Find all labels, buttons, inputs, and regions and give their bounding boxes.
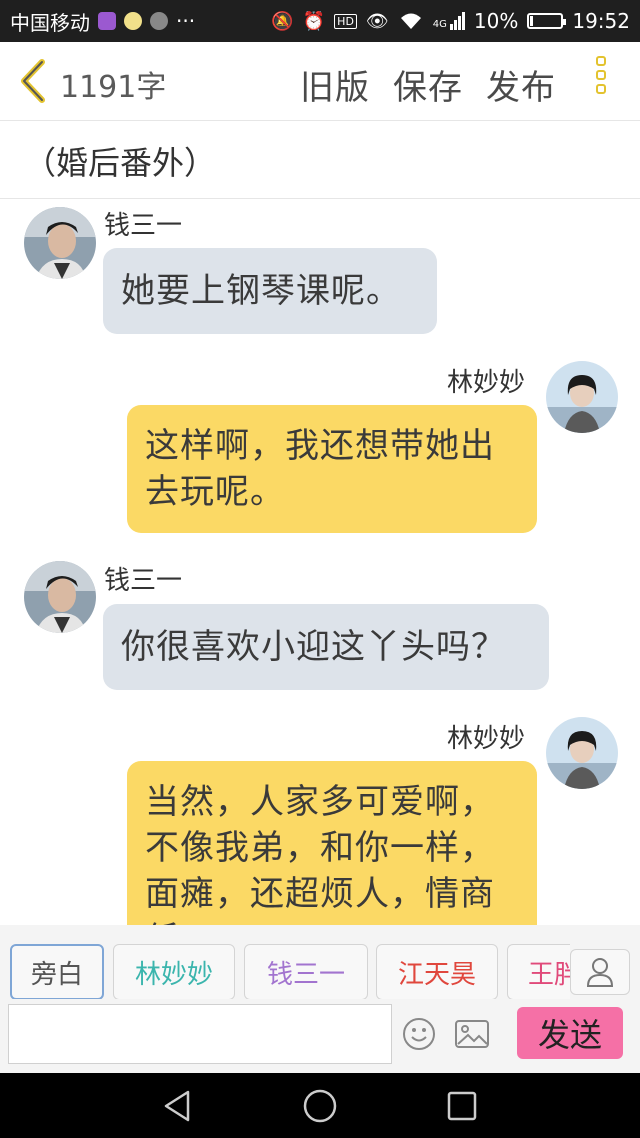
- speaker-name: 钱三一: [104, 211, 183, 241]
- mute-icon: 🔕: [271, 10, 294, 32]
- chat-app-icon: [124, 12, 142, 30]
- alarm-icon: ⏰: [302, 10, 326, 32]
- wifi-icon: [400, 13, 421, 29]
- role-label: 旁白: [30, 959, 83, 990]
- user-icon: [586, 958, 614, 987]
- network-type: 4G: [432, 19, 447, 30]
- battery-percent: 10%: [473, 9, 519, 33]
- role-selector-bar: 旁白 林妙妙 钱三一 江天昊 王胖: [0, 925, 640, 999]
- recent-apps-icon[interactable]: [444, 1088, 480, 1124]
- chapter-title-row[interactable]: （婚后番外）: [0, 120, 640, 199]
- status-bar: 中国移动 ··· 🔕 ⏰ HD 👁 4G 10% 19:52: [0, 0, 640, 42]
- role-jiang-tian-hao[interactable]: 江天昊: [376, 944, 498, 999]
- message-bubble[interactable]: 她要上钢琴课呢。: [103, 248, 437, 334]
- message-line: 面瘫，还超烦人，情商: [145, 874, 495, 914]
- gallery-app-icon: [98, 12, 116, 30]
- avatar-lin-miao-miao[interactable]: [546, 361, 618, 433]
- message-line: 当然，人家多可爱啊，: [145, 782, 495, 822]
- more-notifications-icon: ···: [176, 9, 196, 33]
- image-icon[interactable]: [454, 1019, 490, 1049]
- role-wang-pang[interactable]: 王胖: [507, 944, 570, 999]
- message-line: 你很喜欢小迎这丫头吗？: [121, 627, 506, 667]
- role-lin-miao-miao[interactable]: 林妙妙: [113, 944, 235, 999]
- clock: 19:52: [572, 9, 630, 33]
- message-line: 不像我弟，和你一样，: [145, 828, 495, 868]
- input-row: 发送: [0, 999, 640, 1073]
- speaker-name: 林妙妙: [447, 724, 526, 754]
- send-button[interactable]: 发送: [517, 1007, 623, 1059]
- message-line: 她要上钢琴课呢。: [121, 271, 401, 311]
- avatar-qian-san-yi[interactable]: [24, 207, 96, 279]
- signal-icon: 4G: [433, 12, 465, 30]
- role-label: 林妙妙: [134, 959, 213, 990]
- message-line: 低: [145, 917, 519, 925]
- publish-button[interactable]: 发布: [486, 60, 556, 109]
- chat-area[interactable]: 钱三一 她要上钢琴课呢。 林妙妙 这样啊，我还想带她出 去玩呢。 钱三一 你很喜…: [0, 199, 640, 925]
- hd-icon: HD: [334, 13, 357, 29]
- back-icon[interactable]: [160, 1088, 196, 1124]
- eye-icon: 👁: [365, 10, 389, 32]
- old-version-button[interactable]: 旧版: [300, 60, 370, 109]
- more-menu-icon[interactable]: [594, 56, 614, 108]
- word-count: 1191字: [60, 70, 167, 105]
- battery-icon: [527, 13, 567, 29]
- message-line: 去玩呢。: [145, 472, 285, 512]
- carrier-label: 中国移动: [10, 10, 90, 35]
- speaker-name: 钱三一: [104, 566, 183, 596]
- message-line: 这样啊，我还想带她出: [145, 426, 495, 466]
- chapter-title: （婚后番外）: [24, 144, 217, 182]
- message-bubble[interactable]: 这样啊，我还想带她出 去玩呢。: [127, 405, 537, 533]
- add-role-button[interactable]: [570, 949, 630, 995]
- role-label: 江天昊: [397, 959, 476, 990]
- emoji-icon[interactable]: [402, 1017, 436, 1051]
- message-bubble[interactable]: 你很喜欢小迎这丫头吗？: [103, 604, 549, 690]
- avatar-lin-miao-miao[interactable]: [546, 717, 618, 789]
- avatar-qian-san-yi[interactable]: [24, 561, 96, 633]
- role-label: 王胖: [528, 959, 570, 990]
- message-bubble[interactable]: 当然，人家多可爱啊， 不像我弟，和你一样， 面瘫，还超烦人，情商 低: [127, 761, 537, 925]
- role-narration[interactable]: 旁白: [10, 944, 104, 999]
- sync-app-icon: [150, 12, 168, 30]
- role-label: 钱三一: [266, 959, 345, 990]
- back-chevron-icon[interactable]: [14, 58, 54, 104]
- system-nav-bar: [0, 1073, 640, 1138]
- message-input[interactable]: [8, 1004, 392, 1064]
- speaker-name: 林妙妙: [447, 368, 526, 398]
- editor-header: 1191字 旧版 保存 发布: [0, 42, 640, 121]
- home-icon[interactable]: [302, 1088, 338, 1124]
- role-qian-san-yi[interactable]: 钱三一: [244, 944, 368, 999]
- save-button[interactable]: 保存: [393, 60, 463, 109]
